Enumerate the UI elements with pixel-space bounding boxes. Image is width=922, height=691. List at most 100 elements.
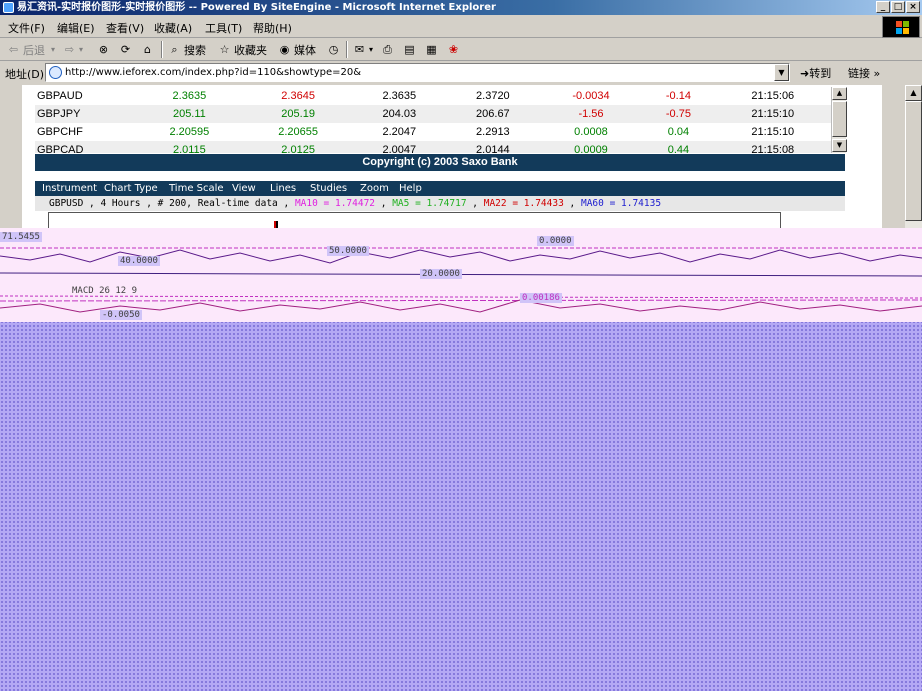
chart-menu-chart-type[interactable]: Chart Type	[104, 181, 158, 196]
chart-menu-studies[interactable]: Studies	[310, 181, 347, 196]
search-button[interactable]: ⌕ 搜索	[167, 41, 206, 58]
toolbar: ⇦ 后退 ▾ ⇨ ▾ ⊗ ⟳ ⌂ ⌕ 搜索 ☆ 收藏夹 ◉ 媒体 ◷ ✉ ▾ ⎙…	[0, 38, 922, 61]
quote-time: 21:15:08	[714, 141, 831, 153]
quote-ask: 2.20655	[278, 126, 318, 138]
scroll-up-icon[interactable]: ▲	[905, 85, 922, 101]
chart-menu-help[interactable]: Help	[399, 181, 422, 196]
go-button[interactable]: ➜转到	[800, 65, 831, 81]
edit-button[interactable]: ▤	[402, 41, 419, 58]
quotes-table-container: GBPAUD 2.3635 2.3645 2.3635 2.3720 -0.0034 -0.…	[35, 87, 831, 153]
glitch-label: 20.0000	[420, 269, 462, 279]
media-button[interactable]: ◉ 媒体	[277, 41, 316, 58]
quote-change-percent: -0.75	[642, 105, 715, 123]
quote-time: 21:15:10	[751, 126, 795, 138]
menu-edit[interactable]: 编辑(E)	[57, 20, 95, 36]
edit-icon: ▤	[404, 43, 415, 56]
quote-bid: 2.0115	[135, 141, 244, 153]
chart-info-line: GBPUSD , 4 Hours , # 200, Real-time data…	[35, 196, 845, 211]
address-input[interactable]	[65, 65, 765, 80]
links-label: 链接	[848, 67, 870, 80]
scroll-thumb[interactable]	[832, 101, 847, 137]
quote-low: 2.2047	[382, 126, 417, 138]
chart-menu-instrument[interactable]: Instrument	[42, 181, 97, 196]
history-button[interactable]: ◷	[326, 41, 343, 58]
favorites-label: 收藏夹	[234, 43, 267, 57]
menu-bar: 文件(F) 编辑(E) 查看(V) 收藏(A) 工具(T) 帮助(H)	[0, 16, 922, 38]
back-label: 后退	[23, 43, 45, 57]
favorites-button[interactable]: ☆ 收藏夹	[217, 41, 267, 58]
menu-help[interactable]: 帮助(H)	[253, 20, 292, 36]
discuss-button[interactable]: ▦	[424, 41, 441, 58]
back-dropdown-icon: ▾	[51, 45, 56, 54]
quote-row: GBPCAD 2.0115 2.0125 2.0047 2.0144 0.0009 0.44…	[35, 141, 831, 153]
quote-change-percent: -0.14	[665, 90, 691, 102]
glitch-label: 71.5455	[0, 232, 42, 242]
mail-button[interactable]: ✉ ▾	[352, 41, 373, 58]
quotes-scrollbar[interactable]: ▲ ▼	[831, 87, 847, 153]
messenger-button[interactable]: ❀	[446, 41, 463, 58]
toolbar-separator	[161, 41, 163, 58]
toolbar-separator	[346, 41, 348, 58]
quote-high: 2.2913	[476, 126, 510, 138]
glitch-label: -0.0050	[100, 310, 142, 320]
menu-file[interactable]: 文件(F)	[8, 20, 45, 36]
quote-high: 2.3720	[476, 90, 510, 102]
glitch-label: MACD 26 12 9	[72, 286, 138, 296]
chart-menu-lines[interactable]: Lines	[270, 181, 296, 196]
menu-view[interactable]: 查看(V)	[106, 20, 144, 36]
quote-symbol: GBPCAD	[35, 141, 135, 153]
glitch-label: 40.0000	[118, 256, 160, 266]
ma22-value: MA22 = 1.74433	[483, 198, 564, 209]
go-label: 转到	[809, 67, 832, 80]
windows-logo-icon	[882, 16, 920, 38]
quote-ask: 2.3645	[281, 90, 315, 102]
print-button[interactable]: ⎙	[380, 41, 397, 58]
chart-info-separator: ,	[563, 198, 581, 209]
refresh-button[interactable]: ⟳	[118, 41, 135, 58]
refresh-icon: ⟳	[120, 43, 131, 56]
back-arrow-icon: ⇦	[8, 43, 19, 56]
favorites-icon: ☆	[219, 43, 230, 56]
home-button[interactable]: ⌂	[140, 41, 157, 58]
ie-icon	[3, 2, 14, 13]
quote-change-percent: 0.04	[667, 126, 690, 138]
window-title-bar[interactable]: 易汇资讯-实时报价图形-实时报价图形 -- Powered By SiteEng…	[0, 0, 922, 15]
address-bar: 地址(D) ▼ ➜转到 链接 »	[0, 62, 922, 84]
quote-bid: 205.11	[135, 105, 244, 123]
address-dropdown-button[interactable]: ▼	[774, 64, 789, 81]
maximize-button[interactable]: □	[891, 1, 905, 13]
chart-menu-zoom[interactable]: Zoom	[360, 181, 389, 196]
stop-button[interactable]: ⊗	[96, 41, 113, 58]
quote-ask: 2.0125	[243, 141, 353, 153]
stop-icon: ⊗	[98, 43, 109, 56]
go-arrow-icon: ➜	[800, 67, 810, 80]
rendering-glitch-area: 71.5455 50.0000 40.0000 20.0000 MACD 26 …	[0, 228, 922, 691]
ma5-value: MA5 = 1.74717	[392, 198, 467, 209]
chart-menu-time-scale[interactable]: Time Scale	[169, 181, 224, 196]
glitch-label: 0.00186	[520, 293, 562, 303]
window-title: 易汇资讯-实时报价图形-实时报价图形 -- Powered By SiteEng…	[17, 2, 496, 13]
address-box[interactable]: ▼	[45, 63, 790, 82]
minimize-button[interactable]: _	[876, 1, 890, 13]
quote-change: 0.0008	[574, 126, 608, 138]
quotes-table: GBPAUD 2.3635 2.3645 2.3635 2.3720 -0.0034 -0.…	[35, 87, 831, 153]
scroll-down-icon[interactable]: ▼	[832, 139, 847, 152]
quote-change: 0.0009	[539, 141, 643, 153]
quote-bid: 2.3635	[172, 90, 207, 102]
quote-low: 204.03	[352, 105, 447, 123]
media-label: 媒体	[294, 43, 316, 57]
scroll-up-icon[interactable]: ▲	[832, 87, 847, 100]
page-icon	[49, 66, 62, 79]
menu-tools[interactable]: 工具(T)	[205, 20, 242, 36]
back-button[interactable]: ⇦ 后退 ▾	[6, 41, 55, 58]
chart-menu-view[interactable]: View	[232, 181, 256, 196]
links-button[interactable]: 链接 »	[848, 65, 880, 81]
menu-favorites[interactable]: 收藏(A)	[154, 20, 192, 36]
forward-button[interactable]: ⇨ ▾	[62, 41, 83, 58]
quote-row: GBPCHF 2.20595 2.20655 2.2047 2.2913 0.0008 0.…	[35, 123, 831, 141]
close-button[interactable]: ×	[906, 1, 920, 13]
quote-high: 206.67	[446, 105, 540, 123]
search-icon: ⌕	[171, 43, 178, 56]
scroll-thumb[interactable]	[905, 101, 922, 221]
quote-ask: 205.19	[243, 105, 353, 123]
